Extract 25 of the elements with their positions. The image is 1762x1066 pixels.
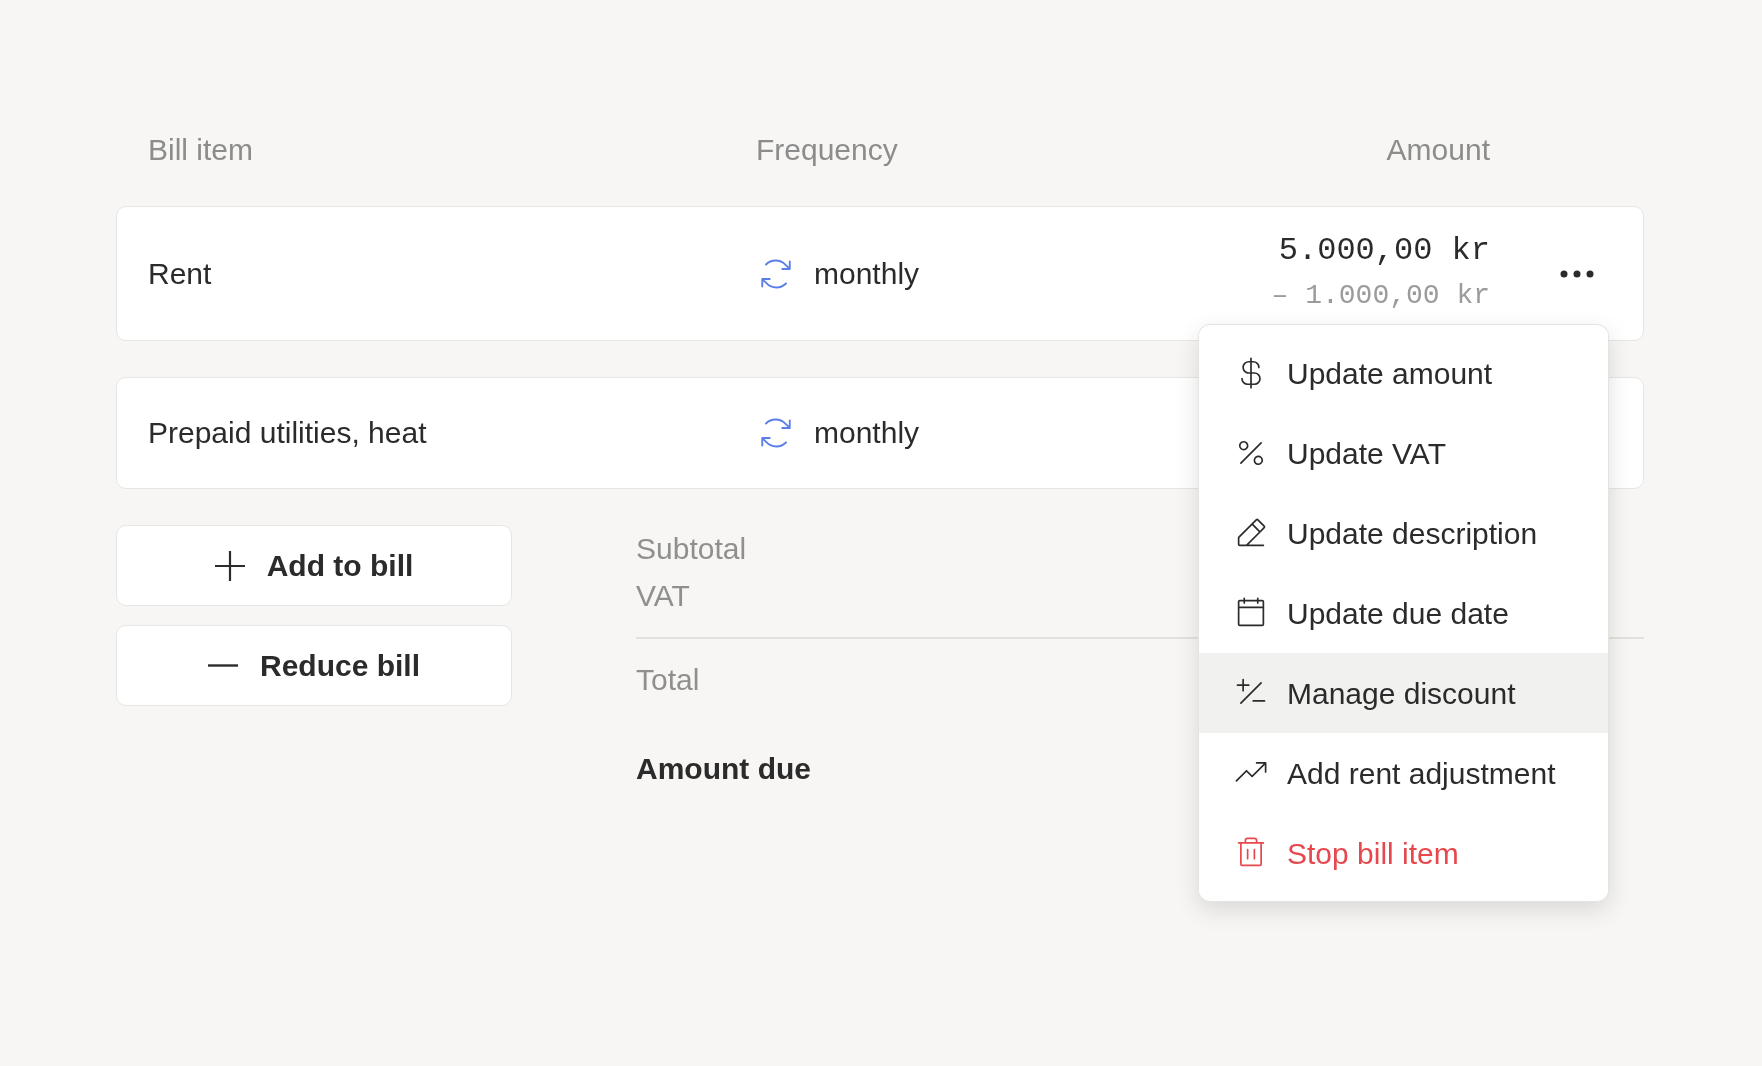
total-label: Total [636, 661, 700, 698]
minus-icon [207, 664, 238, 667]
discount-value: – 1.000,00 kr [1271, 279, 1490, 313]
summary-label: Subtotal [636, 530, 747, 567]
more-icon [1560, 269, 1594, 278]
column-header: Bill item [148, 132, 253, 168]
amount-due-label: Amount due [636, 750, 811, 787]
summary-label: VAT [636, 577, 690, 614]
column-header: Amount [1386, 132, 1490, 168]
menu-item[interactable]: Stop bill item [1199, 813, 1608, 893]
menu-item[interactable]: Update due date [1199, 573, 1608, 653]
menu-item[interactable]: Update description [1199, 493, 1608, 573]
menu-item[interactable]: Add rent adjustment [1199, 733, 1608, 813]
menu-item[interactable]: Update VAT [1199, 413, 1608, 493]
frequency-label: monthly [814, 415, 920, 451]
plus-icon [214, 550, 245, 581]
frequency-label: monthly [814, 255, 920, 292]
action-button[interactable]: Reduce bill [116, 625, 512, 706]
bill-item-name: Prepaid utilities, heat [148, 415, 427, 451]
menu-item[interactable]: Manage discount [1199, 653, 1608, 733]
action-button[interactable]: Add to bill [116, 525, 512, 606]
menu-item[interactable]: Update amount [1199, 333, 1608, 413]
bill-item-name: Rent [148, 255, 212, 292]
amount-value: 5.000,00 kr [1278, 231, 1490, 271]
column-header: Frequency [756, 132, 898, 168]
